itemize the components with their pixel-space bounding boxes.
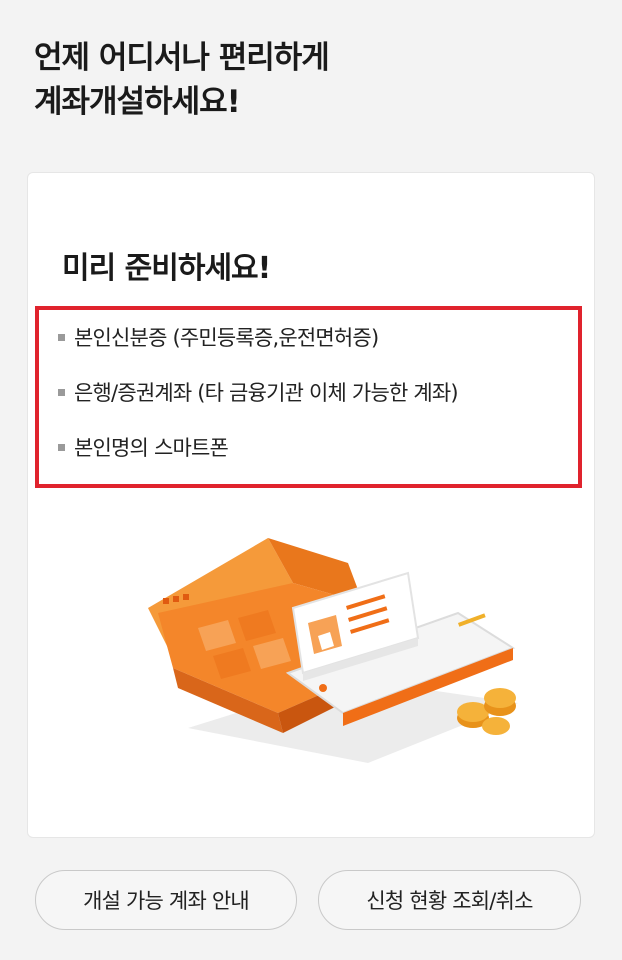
application-status-button[interactable]: 신청 현황 조회/취소 [318,870,581,930]
requirement-label: 은행/증권계좌 (타 금융기관 이체 가능한 계좌) [74,381,459,405]
page: 언제 어디서나 편리하게 계좌개설하세요! 미리 준비하세요! 본인신분증 (주… [0,0,622,960]
headline-line-2: 계좌개설하세요! [34,84,241,120]
requirement-bank-account: 은행/증권계좌 (타 금융기관 이체 가능한 계좌) [58,378,459,406]
account-guide-button[interactable]: 개설 가능 계좌 안내 [35,870,297,930]
requirement-label: 본인신분증 (주민등록증,운전면허증) [74,326,379,350]
preparation-card: 미리 준비하세요! 본인신분증 (주민등록증,운전면허증) 은행/증권계좌 (타… [27,172,595,838]
requirement-label: 본인명의 스마트폰 [74,436,229,460]
wallet-id-card-coins-illustration [148,538,518,763]
card-title: 미리 준비하세요! [62,251,271,286]
requirement-id-card: 본인신분증 (주민등록증,운전면허증) [58,323,458,351]
bullet-icon [58,443,65,451]
headline-line-1: 언제 어디서나 편리하게 [34,40,330,76]
bullet-icon [58,333,65,341]
page-headline: 언제 어디서나 편리하게 계좌개설하세요! [34,36,330,124]
requirements-list: 본인신분증 (주민등록증,운전면허증) 은행/증권계좌 (타 금융기관 이체 가… [58,323,459,488]
requirement-smartphone: 본인명의 스마트폰 [58,433,458,461]
bullet-icon [58,388,65,396]
